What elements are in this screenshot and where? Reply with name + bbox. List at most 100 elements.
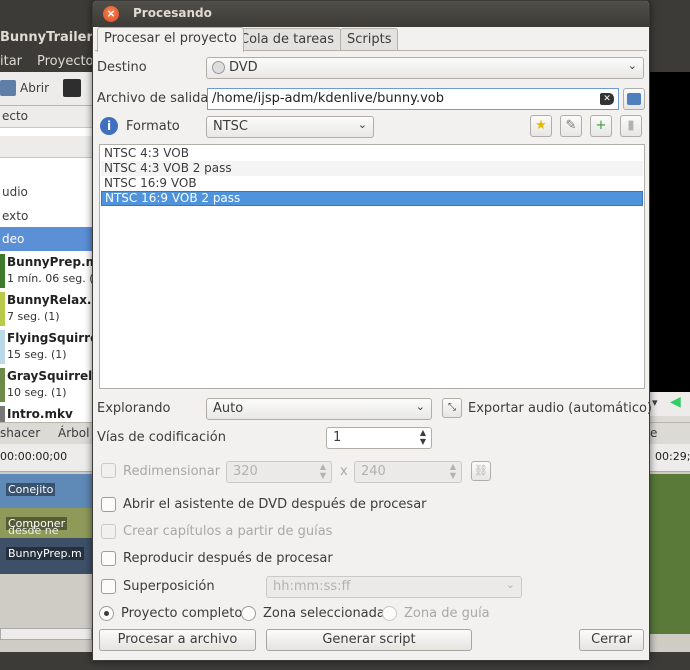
clip-monitor [648,72,690,392]
new-document-icon: + [595,118,607,133]
clip-item[interactable]: BunnyRelax.m 7 seg. (1) [0,290,104,328]
list-item-selected[interactable]: NTSC 16:9 VOB 2 pass [101,191,643,206]
clip-item[interactable]: GraySquirrel.m 10 seg. (1) [0,366,109,404]
pencil-icon: ✎ [565,118,577,133]
lock-ratio-button[interactable]: ⛓ [471,461,491,481]
resize-height-spinbox[interactable]: 240 ▲ ▼ [354,461,462,483]
menu-project[interactable]: Proyecto [37,54,94,69]
render-to-file-button[interactable]: Procesar a archivo [99,629,256,651]
clip-thumbnail [0,330,5,364]
timecode-left: 00:00:00;00 [0,450,68,463]
edit-profile-button[interactable]: ✎ [560,115,582,137]
overlay-checkbox[interactable] [101,579,116,594]
save-icon[interactable] [63,79,81,97]
scanning-combo[interactable]: Auto ⌄ [206,398,432,420]
open-button[interactable]: Abrir [20,81,49,95]
selected-zone-radio[interactable] [241,606,256,621]
clear-icon[interactable]: ✕ [600,93,614,105]
close-button[interactable]: Cerrar [579,629,644,651]
new-icon[interactable] [0,80,16,96]
save-file-button[interactable] [623,88,645,110]
list-item[interactable]: NTSC 16:9 VOB [101,176,643,191]
tab-job-queue[interactable]: Cola de tareas [233,28,341,51]
times-label: x [340,464,348,479]
new-profile-button[interactable]: + [590,115,612,137]
close-icon[interactable]: × [103,6,119,22]
list-item[interactable]: NTSC 4:3 VOB 2 pass [101,161,643,176]
export-audio-toggle[interactable]: ⤡ [442,398,462,418]
clip-item[interactable]: FlyingSquirre 15 seg. (1) [0,328,98,366]
destination-label: Destino [97,60,147,75]
play-after-checkbox[interactable] [101,551,116,566]
clip-name: FlyingSquirre [7,331,99,345]
clip-name: BunnyRelax.m [7,293,104,307]
timeline-scrollbar[interactable] [0,628,92,640]
clip-thumbnail [0,368,5,402]
timecode-right: 00:29; [655,450,690,463]
clip-thumbnail [0,292,5,326]
disc-icon [212,61,225,74]
full-project-radio[interactable] [99,606,114,621]
timeline-clip[interactable]: Conejito [0,474,92,510]
clip-thumbnail [0,254,5,288]
clip-duration: 7 seg. (1) [7,310,60,323]
folder-video[interactable]: deo [0,227,92,251]
resize-width-spinbox[interactable]: 320 ▲ ▼ [226,461,332,483]
project-tree-panel: ecto udio exto deo BunnyPrep.m 1 mín. 06… [0,106,109,426]
spin-arrows-icon[interactable]: ▲ ▼ [320,462,326,480]
passes-spinbox[interactable]: 1 ▲ ▼ [326,427,432,449]
dialog-titlebar: × Procesando [93,1,649,27]
format-combo[interactable]: NTSC ⌄ [206,116,374,138]
scanning-value: Auto [213,401,244,416]
profile-list: NTSC 4:3 VOB NTSC 4:3 VOB 2 pass NTSC 16… [99,144,645,389]
overlay-value: hh:mm:ss:ff [273,579,351,594]
format-label: Formato [126,119,180,134]
overlay-combo[interactable]: hh:mm:ss:ff ⌄ [266,576,522,598]
tab-tree[interactable]: Árbol [58,426,89,440]
timeline-clip[interactable]: BunnyPrep.m [0,538,92,574]
create-chapters-checkbox[interactable] [101,524,116,539]
project-tree-header: ecto [0,106,92,128]
resize-checkbox[interactable] [101,463,116,478]
chevron-down-icon: ⌄ [415,400,425,413]
clip-duration: 1 mín. 06 seg. ( [7,272,94,285]
chevron-down-icon: ⌄ [357,118,367,131]
output-file-label: Archivo de salida [97,91,209,106]
info-icon[interactable]: i [100,117,118,135]
passes-value: 1 [333,430,342,445]
create-chapters-label: Crear capítulos a partir de guías [123,524,333,539]
guide-zone-label: Zona de guía [404,606,490,621]
chain-icon: ⛓ [474,464,488,477]
scanning-label: Explorando [97,401,171,416]
volume-icon[interactable]: ◀ [670,394,681,410]
format-value: NTSC [213,119,248,134]
delete-profile-button[interactable]: ▮ [620,115,642,137]
tab-scripts[interactable]: Scripts [340,28,399,51]
spin-arrows-icon[interactable]: ▲ ▼ [420,428,426,446]
output-file-input[interactable]: /home/ijsp-adm/kdenlive/bunny.vob ✕ [207,88,619,110]
list-item[interactable]: NTSC 4:3 VOB [101,146,643,161]
resize-label: Redimensionar [123,464,221,479]
open-dvd-wizard-checkbox[interactable] [101,497,116,512]
panel-filter-row [0,136,92,158]
clip-duration: 10 seg. (1) [7,386,67,399]
audio-icon: ⤡ [448,402,456,413]
menu-edit[interactable]: itar [0,54,22,69]
clip-thumbnail [0,406,5,422]
tab-render-project[interactable]: Procesar el proyecto [97,27,244,52]
open-dvd-wizard-label: Abrir el asistente de DVD después de pro… [123,497,427,512]
destination-combo[interactable]: DVD ⌄ [206,57,644,79]
clip-item[interactable]: BunnyPrep.m 1 mín. 06 seg. ( [0,252,98,290]
clip-item[interactable]: Intro.mkv [0,404,92,422]
clip-name: Intro.mkv [7,407,73,421]
chevron-down-icon[interactable]: ▾ [652,396,658,409]
folder-text[interactable]: exto [0,204,92,228]
favorite-profile-button[interactable]: ★ [530,115,552,137]
generate-script-button[interactable]: Generar script [266,629,472,651]
spin-arrows-icon[interactable]: ▲ ▼ [450,462,456,480]
tab-undo[interactable]: shacer [0,426,40,440]
floppy-icon [627,93,641,105]
trash-icon: ▮ [627,118,635,133]
folder-audio[interactable]: udio [0,180,92,204]
guide-zone-radio[interactable] [382,606,397,621]
